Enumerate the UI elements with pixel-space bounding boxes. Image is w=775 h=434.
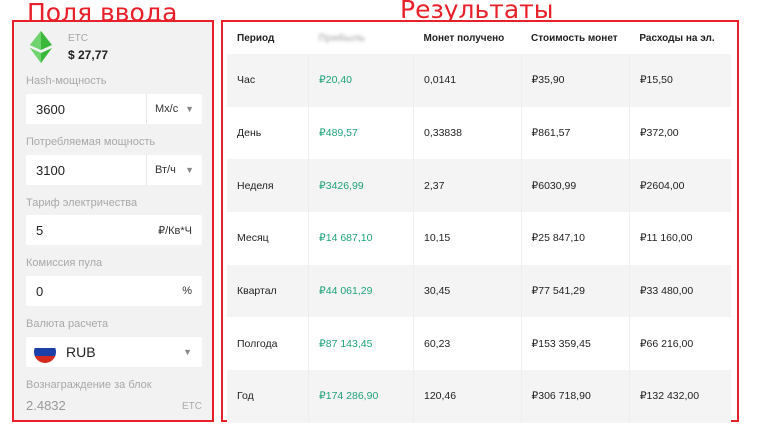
cell-profit: ₽489,57	[308, 106, 414, 160]
cell-cost: ₽25 847,10	[520, 212, 630, 265]
reward-value: 2.4832	[26, 398, 66, 413]
table-row: Год ₽174 286,90 120,46 ₽306 718,90 ₽132 …	[227, 370, 731, 423]
header-cost: Стоимость монет	[531, 32, 618, 44]
cell-profit: ₽3426,99	[308, 159, 414, 213]
cell-cost: ₽35,90	[520, 54, 630, 107]
pool-fee-label: Комиссия пула	[26, 257, 103, 269]
table-row: Полгода ₽87 143,45 60,23 ₽153 359,45 ₽66…	[227, 317, 731, 371]
cell-coins: 2,37	[413, 159, 522, 213]
cell-coins: 120,46	[413, 370, 522, 423]
currency-select[interactable]: RUB ▼	[26, 337, 202, 367]
tariff-label: Тариф электричества	[26, 197, 138, 209]
header-expenses: Расходы на эл.	[639, 32, 715, 44]
russia-flag-icon	[34, 341, 56, 363]
currency-value: RUB	[66, 344, 96, 360]
reward-row: 2.4832 ETC	[26, 398, 202, 413]
table-row: Месяц ₽14 687,10 10,15 ₽25 847,10 ₽11 16…	[227, 212, 731, 265]
cell-cost: ₽6030,99	[520, 159, 630, 213]
currency-label: Валюта расчета	[26, 318, 109, 330]
cell-profit: ₽44 061,29	[308, 264, 414, 318]
cell-profit: ₽14 687,10	[308, 212, 414, 265]
cell-expenses: ₽2604,00	[628, 159, 731, 213]
results-table: Период Прибыль Монет получено Стоимость …	[227, 22, 731, 423]
power-label: Потребляемая мощность	[26, 136, 156, 148]
coin-name: ETC	[68, 33, 88, 44]
cell-period: Неделя	[227, 159, 309, 213]
table-row: День ₽489,57 0,33838 ₽861,57 ₽372,00	[227, 106, 731, 160]
coin-price: $ 27,77	[68, 48, 109, 62]
cell-period: Час	[227, 54, 309, 107]
power-field: 3100 Вт/ч ▼	[26, 155, 202, 185]
cell-coins: 10,15	[413, 212, 522, 265]
power-input[interactable]: 3100	[26, 163, 146, 178]
table-row: Час ₽20,40 0,0141 ₽35,90 ₽15,50	[227, 54, 731, 107]
cell-cost: ₽77 541,29	[520, 264, 630, 318]
power-unit: Вт/ч	[155, 164, 176, 176]
hashrate-field: 3600 Мх/с ▼	[26, 94, 202, 124]
cell-expenses: ₽66 216,00	[628, 317, 731, 371]
reward-label: Вознаграждение за блок	[26, 379, 152, 391]
cell-period: Год	[227, 370, 309, 423]
pool-fee-field: 0 %	[26, 276, 202, 306]
cell-coins: 0,33838	[413, 106, 522, 160]
cell-period: Полгода	[237, 337, 278, 350]
cell-period: Квартал	[227, 264, 309, 318]
hashrate-input[interactable]: 3600	[26, 102, 146, 117]
pool-fee-input[interactable]: 0	[26, 284, 182, 299]
chevron-down-icon: ▼	[183, 347, 192, 357]
power-unit-select[interactable]: Вт/ч ▼	[146, 155, 202, 185]
hashrate-unit: Мх/с	[155, 103, 179, 115]
chevron-down-icon: ▼	[185, 104, 194, 114]
header-coins: Монет получено	[423, 32, 505, 44]
cell-coins: 60,23	[413, 317, 522, 371]
cell-cost: ₽306 718,90	[520, 370, 630, 423]
cell-profit: ₽20,40	[308, 54, 414, 107]
cell-period: День	[237, 127, 262, 140]
cell-expenses: ₽372,00	[628, 106, 731, 160]
results-panel: Период Прибыль Монет получено Стоимость …	[221, 20, 739, 423]
reward-unit: ETC	[182, 401, 202, 412]
header-profit: Прибыль	[318, 32, 366, 44]
table-row: Квартал ₽44 061,29 30,45 ₽77 541,29 ₽33 …	[227, 264, 731, 318]
cell-coins: 0,0141	[413, 54, 522, 107]
cell-cost: ₽153 359,45	[520, 317, 630, 371]
table-row: Неделя ₽3426,99 2,37 ₽6030,99 ₽2604,00	[227, 159, 731, 213]
coin-header: ETC $ 27,77	[28, 30, 208, 64]
cell-cost: ₽861,57	[520, 106, 630, 160]
pool-fee-unit: %	[182, 285, 192, 297]
cell-expenses: ₽15,50	[628, 54, 731, 107]
ethereum-classic-icon	[30, 31, 52, 63]
table-header-row: Период Прибыль Монет получено Стоимость …	[227, 22, 731, 54]
tariff-field: 5 ₽/Кв*Ч	[26, 215, 202, 245]
cell-expenses: ₽33 480,00	[628, 264, 731, 318]
tariff-unit: ₽/Кв*Ч	[158, 224, 192, 237]
cell-period: Месяц	[237, 232, 269, 245]
tariff-input[interactable]: 5	[26, 223, 158, 238]
annotation-results: Результаты	[400, 0, 554, 24]
hashrate-unit-select[interactable]: Мх/с ▼	[146, 94, 202, 124]
cell-expenses: ₽11 160,00	[628, 212, 731, 265]
header-period: Период	[237, 32, 275, 44]
cell-coins: 30,45	[413, 264, 522, 318]
cell-expenses: ₽132 432,00	[628, 370, 731, 423]
input-panel: ETC $ 27,77 Hash-мощность 3600 Мх/с ▼ По…	[12, 20, 214, 422]
chevron-down-icon: ▼	[185, 165, 194, 175]
hashrate-label: Hash-мощность	[26, 75, 107, 87]
cell-profit: ₽87 143,45	[308, 317, 414, 371]
cell-profit: ₽174 286,90	[308, 370, 414, 423]
